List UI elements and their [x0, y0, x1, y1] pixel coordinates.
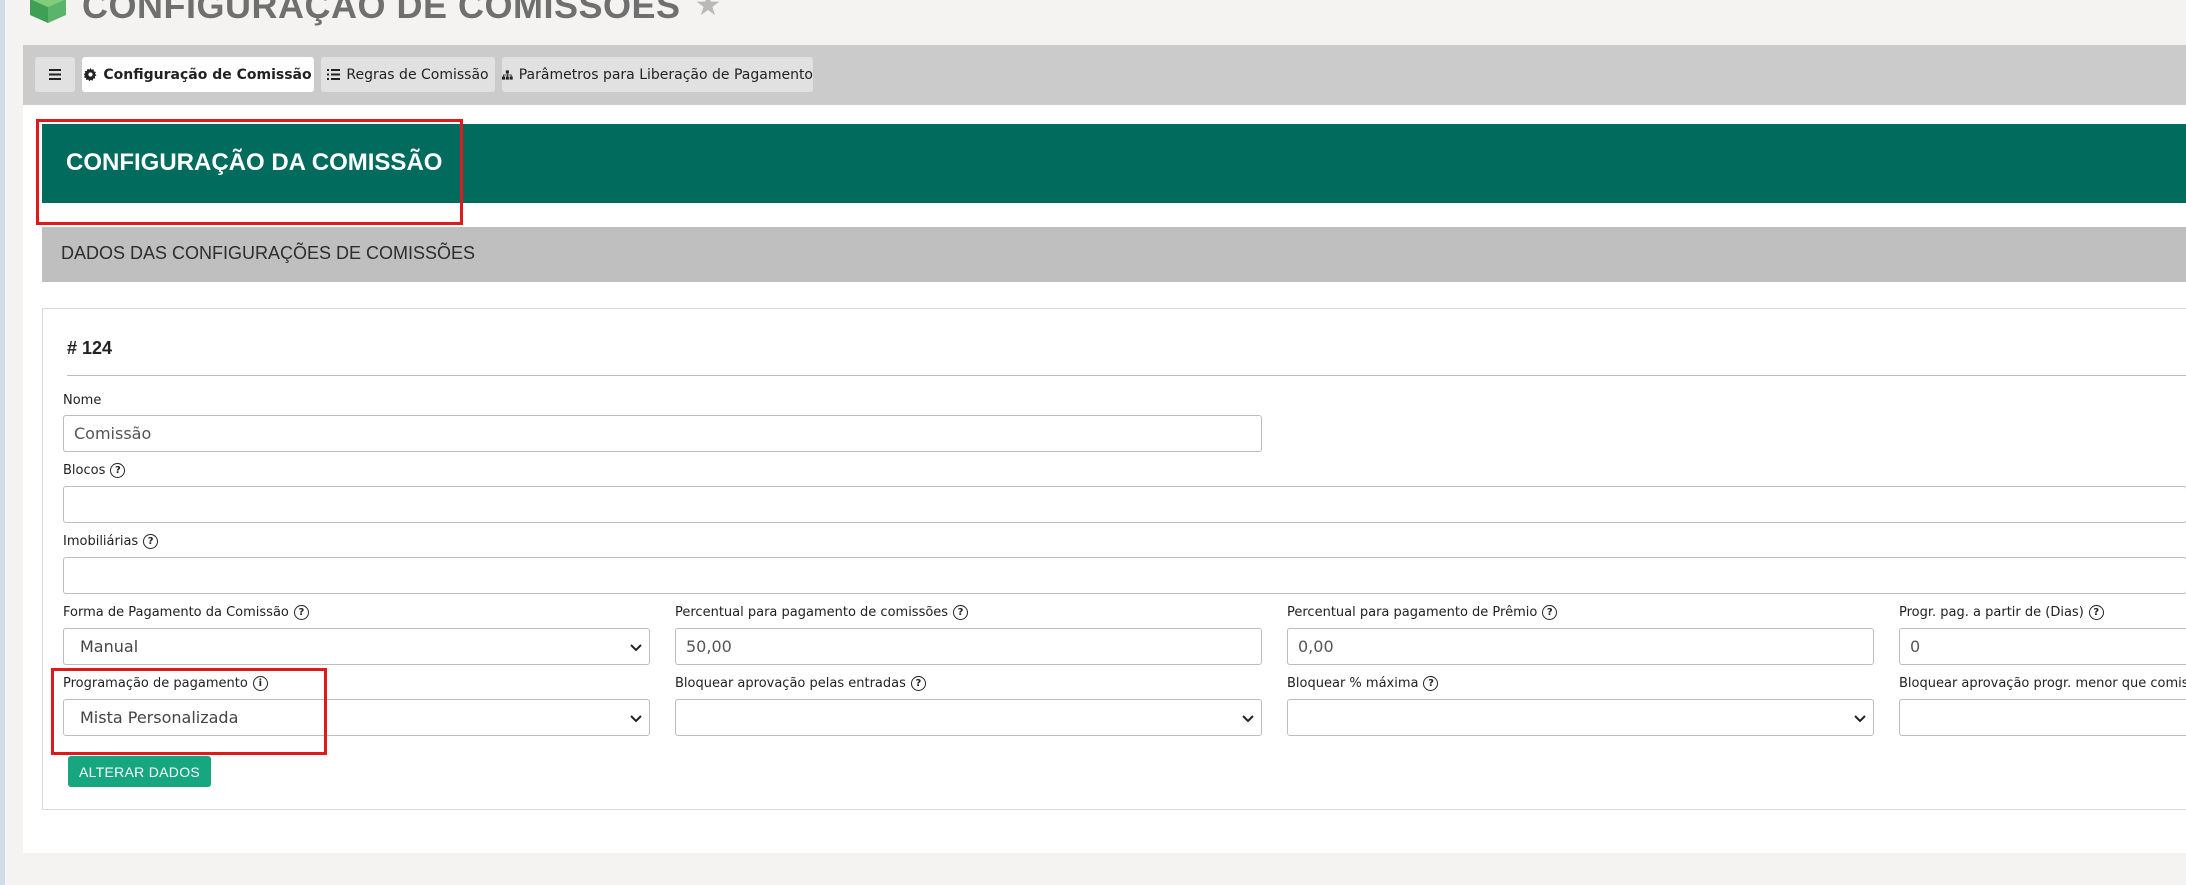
star-icon[interactable]: ★: [695, 0, 722, 21]
percentual-premio-input[interactable]: 0,00: [1287, 628, 1874, 665]
tab-label: Regras de Comissão: [346, 66, 489, 83]
blocos-label: Blocos ?: [63, 463, 126, 478]
forma-pagamento-label: Forma de Pagamento da Comissão ?: [63, 605, 309, 620]
tab-regras-comissao[interactable]: Regras de Comissão: [321, 57, 495, 92]
imobiliarias-input[interactable]: [63, 557, 2186, 594]
hamburger-menu-button[interactable]: [35, 57, 75, 92]
imobiliarias-label: Imobiliárias ?: [63, 534, 159, 549]
progr-dias-label: Progr. pag. a partir de (Dias) ?: [1899, 605, 2104, 620]
annotation-highlight-section-title: [36, 119, 463, 225]
help-icon[interactable]: ?: [1542, 605, 1558, 620]
bloquear-entradas-select[interactable]: [675, 699, 1262, 736]
list-icon: [327, 69, 341, 80]
form-panel: # 124 Nome Comissão Blocos ? Imobiliária…: [42, 308, 2186, 810]
nome-input[interactable]: Comissão: [63, 415, 1262, 452]
bloquear-maxima-select[interactable]: [1287, 699, 1874, 736]
progr-dias-input[interactable]: 0: [1899, 628, 2186, 665]
alterar-dados-button[interactable]: ALTERAR DADOS: [68, 756, 211, 787]
tab-bar: Configuração de Comissão Regras de Comis…: [23, 45, 2186, 105]
hamburger-menu-icon: [49, 69, 61, 80]
chevron-down-icon: [1854, 715, 1866, 723]
sitemap-icon: [502, 69, 513, 80]
page-header: CONFIGURAÇÃO DE COMISSÕES ★: [28, 0, 721, 26]
tab-label: Parâmetros para Liberação de Pagamento: [518, 66, 813, 83]
help-icon[interactable]: ?: [2088, 605, 2104, 620]
percentual-premio-label: Percentual para pagamento de Prêmio ?: [1287, 605, 1558, 620]
section-subheader: DADOS DAS CONFIGURAÇÕES DE COMISSÕES: [42, 227, 2186, 282]
record-id: # 124: [67, 338, 113, 358]
progr-dias-value: 0: [1910, 637, 1921, 656]
bloquear-progr-menor-label-text: Bloquear aprovação progr. menor que comi…: [1899, 676, 2186, 691]
help-icon[interactable]: ?: [293, 605, 309, 620]
chevron-down-icon: [1242, 715, 1254, 723]
chevron-down-icon: [630, 715, 642, 723]
percentual-comissoes-label-text: Percentual para pagamento de comissões: [675, 605, 949, 620]
nome-label-text: Nome: [63, 393, 102, 408]
bloquear-progr-menor-label: Bloquear aprovação progr. menor que comi…: [1899, 676, 2186, 691]
imobiliarias-label-text: Imobiliárias: [63, 534, 139, 549]
percentual-comissoes-label: Percentual para pagamento de comissões ?: [675, 605, 969, 620]
percentual-premio-label-text: Percentual para pagamento de Prêmio: [1287, 605, 1538, 620]
nome-label: Nome: [63, 393, 101, 408]
percentual-premio-value: 0,00: [1298, 637, 1334, 656]
percentual-comissoes-input[interactable]: 50,00: [675, 628, 1262, 665]
section-subtitle: DADOS DAS CONFIGURAÇÕES DE COMISSÕES: [61, 243, 476, 263]
help-icon[interactable]: ?: [953, 605, 969, 620]
page-title: CONFIGURAÇÃO DE COMISSÕES: [82, 0, 681, 26]
chevron-down-icon: [630, 644, 642, 652]
forma-pagamento-label-text: Forma de Pagamento da Comissão: [63, 605, 289, 620]
forma-pagamento-value: Manual: [80, 637, 139, 656]
bloquear-maxima-label-text: Bloquear % máxima: [1287, 676, 1419, 691]
blocos-label-text: Blocos: [63, 463, 106, 478]
bloquear-entradas-label: Bloquear aprovação pelas entradas ?: [675, 676, 926, 691]
box-logo-icon: [30, 0, 66, 23]
nome-value: Comissão: [74, 424, 152, 443]
annotation-highlight-programacao: [51, 668, 327, 755]
help-icon[interactable]: ?: [1423, 676, 1439, 691]
gear-icon: [84, 68, 97, 81]
bloquear-maxima-label: Bloquear % máxima ?: [1287, 676, 1439, 691]
percentual-comissoes-value: 50,00: [686, 637, 732, 656]
blocos-input[interactable]: [63, 486, 2186, 523]
tab-label: Configuração de Comissão: [103, 66, 312, 83]
bloquear-entradas-label-text: Bloquear aprovação pelas entradas: [675, 676, 906, 691]
progr-dias-label-text: Progr. pag. a partir de (Dias): [1899, 605, 2084, 620]
window-left-edge: [0, 0, 5, 885]
tab-parametros-liberacao[interactable]: Parâmetros para Liberação de Pagamento: [502, 57, 813, 92]
divider: [67, 375, 2186, 376]
forma-pagamento-select[interactable]: Manual: [63, 628, 650, 665]
tab-configuracao-comissao[interactable]: Configuração de Comissão: [82, 57, 314, 92]
help-icon[interactable]: ?: [910, 676, 926, 691]
help-icon[interactable]: ?: [143, 534, 159, 549]
help-icon[interactable]: ?: [110, 463, 126, 478]
bloquear-progr-menor-input[interactable]: [1899, 699, 2186, 736]
